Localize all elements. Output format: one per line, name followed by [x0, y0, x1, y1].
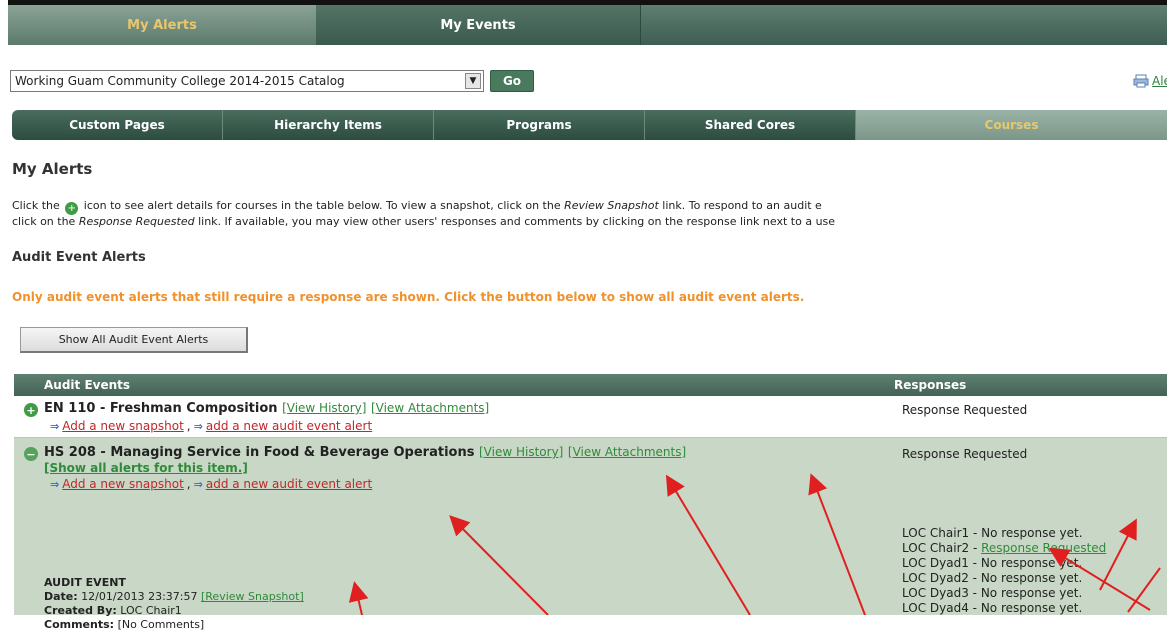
table-row: − HS 208 - Managing Service in Food & Be… — [14, 438, 1167, 631]
arrow-right-icon: ⇒ — [193, 477, 203, 491]
separator-comma: , — [186, 419, 191, 433]
responder-name: LOC Dyad2 — [902, 571, 969, 585]
audit-event-details: AUDIT EVENT Date: 12/01/2013 23:37:57 [R… — [44, 576, 304, 632]
warning-message: Only audit event alerts that still requi… — [12, 290, 805, 304]
arrow-right-icon: ⇒ — [50, 477, 60, 491]
view-history-link[interactable]: [View History] — [282, 401, 366, 415]
alerts-link-label: Ale — [1152, 74, 1167, 88]
top-tab-bar: My Alerts My Events — [8, 5, 1167, 45]
responder-status: No response yet. — [980, 586, 1083, 600]
responder-name: LOC Dyad1 — [902, 556, 969, 570]
responder-name: LOC Dyad4 — [902, 601, 969, 615]
alerts-link[interactable]: Ale — [1133, 72, 1167, 90]
tab-shared-cores[interactable]: Shared Cores — [645, 110, 856, 140]
responders-list: LOC Chair1 - No response yet. LOC Chair2… — [902, 526, 1106, 616]
row-title: EN 110 - Freshman Composition — [44, 401, 278, 416]
add-alert-link[interactable]: add a new audit event alert — [206, 477, 372, 491]
response-requested-link[interactable]: Response Requested — [981, 541, 1106, 555]
tab-bar-filler — [641, 5, 1167, 45]
list-item: LOC Dyad3 - No response yet. — [902, 586, 1083, 600]
chevron-down-icon[interactable]: ▼ — [465, 73, 481, 89]
arrow-right-icon: ⇒ — [50, 419, 60, 433]
list-item: LOC Chair1 - No response yet. — [902, 526, 1083, 540]
responder-name: LOC Dyad3 — [902, 586, 969, 600]
table-header: Audit Events Responses — [14, 374, 1167, 396]
intro-review-snapshot: Review Snapshot — [564, 199, 659, 212]
intro-line1-pre: Click the — [12, 199, 60, 212]
catalog-select-value: Working Guam Community College 2014-2015… — [15, 74, 345, 88]
date-label: Date: — [44, 590, 78, 603]
go-button[interactable]: Go — [490, 70, 534, 92]
audit-events-table: Audit Events Responses + EN 110 - Freshm… — [14, 374, 1167, 631]
expand-icon: + — [65, 202, 79, 215]
responder-status: No response yet. — [980, 601, 1083, 615]
printer-icon — [1133, 74, 1149, 88]
intro-response-requested: Response Requested — [78, 215, 195, 228]
sub-nav: Custom Pages Hierarchy Items Programs Sh… — [12, 110, 1167, 140]
list-item: LOC Dyad4 - No response yet. — [902, 601, 1083, 615]
review-snapshot-link[interactable]: [Review Snapshot] — [201, 590, 304, 603]
tab-hierarchy-items[interactable]: Hierarchy Items — [223, 110, 434, 140]
arrow-right-icon: ⇒ — [193, 419, 203, 433]
row-response: Response Requested — [902, 447, 1028, 461]
responder-status: No response yet. — [981, 526, 1083, 540]
collapse-row-icon[interactable]: − — [24, 447, 38, 461]
row-response: Response Requested — [902, 403, 1028, 417]
row-title: HS 208 - Managing Service in Food & Beve… — [44, 445, 475, 460]
show-all-alerts-button[interactable]: Show All Audit Event Alerts — [20, 327, 248, 353]
tab-my-alerts[interactable]: My Alerts — [8, 5, 316, 45]
add-snapshot-link[interactable]: Add a new snapshot — [62, 419, 184, 433]
audit-event-heading: AUDIT EVENT — [44, 576, 126, 589]
responder-status: No response yet. — [980, 571, 1083, 585]
section-title: Audit Event Alerts — [12, 250, 146, 265]
comments-value: [No Comments] — [117, 618, 205, 631]
intro-line1-tail: link. To respond to an audit e — [662, 199, 822, 212]
separator-comma: , — [186, 477, 191, 491]
col-responses: Responses — [894, 378, 967, 392]
created-by-label: Created By: — [44, 604, 117, 617]
intro-text: Click the + icon to see alert details fo… — [12, 199, 1167, 229]
responder-status: No response yet. — [980, 556, 1083, 570]
expand-row-icon[interactable]: + — [24, 403, 38, 417]
view-history-link[interactable]: [View History] — [479, 445, 563, 459]
col-audit-events: Audit Events — [44, 378, 131, 392]
add-snapshot-link[interactable]: Add a new snapshot — [62, 477, 184, 491]
responder-name: LOC Chair1 — [902, 526, 970, 540]
responder-name: LOC Chair2 — [902, 541, 970, 555]
list-item: LOC Chair2 - Response Requested — [902, 541, 1107, 555]
comments-label: Comments: — [44, 618, 115, 631]
date-value: 12/01/2013 23:37:57 — [81, 590, 198, 603]
add-alert-link[interactable]: add a new audit event alert — [206, 419, 372, 433]
intro-line2-pre: click on the — [12, 215, 76, 228]
page-title: My Alerts — [12, 160, 93, 178]
tab-custom-pages[interactable]: Custom Pages — [12, 110, 223, 140]
list-item: LOC Dyad1 - No response yet. — [902, 556, 1083, 570]
tab-courses[interactable]: Courses — [856, 110, 1167, 140]
view-attachments-link[interactable]: [View Attachments] — [371, 401, 489, 415]
catalog-select[interactable]: Working Guam Community College 2014-2015… — [10, 70, 484, 92]
intro-line2-post: link. If available, you may view other u… — [198, 215, 836, 228]
list-item: LOC Dyad2 - No response yet. — [902, 571, 1083, 585]
show-all-alerts-for-item-link[interactable]: [Show all alerts for this item.] — [44, 461, 248, 475]
created-by-value: LOC Chair1 — [120, 604, 182, 617]
intro-line1-post: icon to see alert details for courses in… — [83, 199, 561, 212]
table-row: + EN 110 - Freshman Composition [View Hi… — [14, 396, 1167, 438]
tab-my-events[interactable]: My Events — [316, 5, 641, 45]
view-attachments-link[interactable]: [View Attachments] — [568, 445, 686, 459]
tab-programs[interactable]: Programs — [434, 110, 645, 140]
